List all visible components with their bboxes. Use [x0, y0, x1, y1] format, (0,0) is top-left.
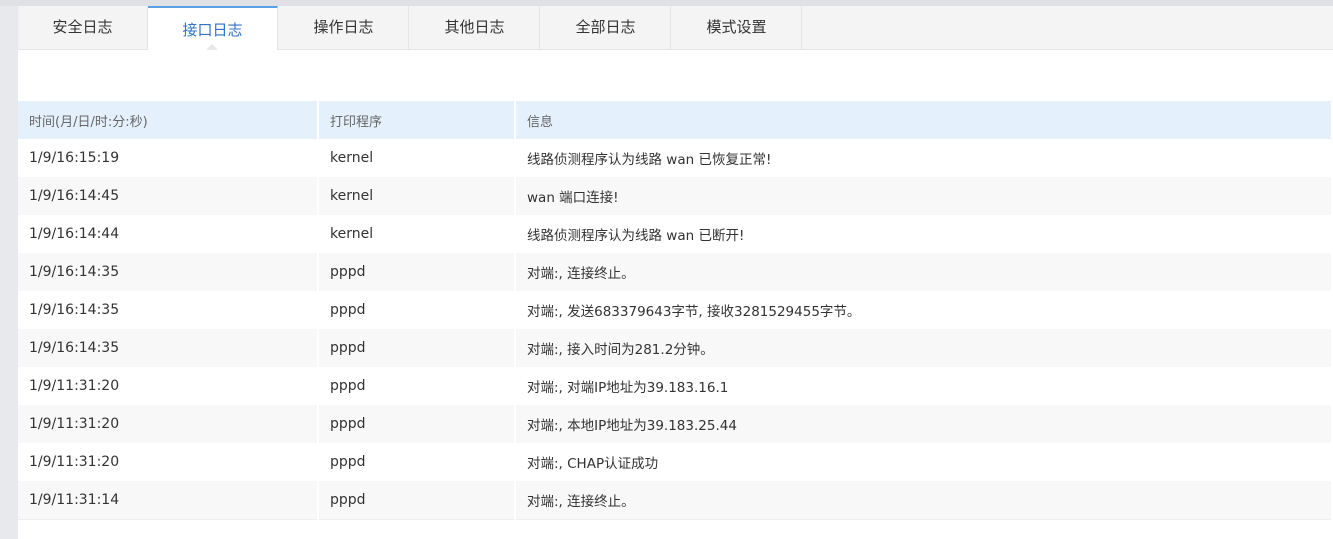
cell-message: 对端:, 对端IP地址为39.183.16.1 — [515, 367, 1333, 405]
cell-message: 对端:, 连接终止。 — [515, 253, 1333, 291]
tab-label: 安全日志 — [52, 18, 113, 36]
cell-program: kernel — [318, 177, 516, 215]
cell-program: pppd — [318, 367, 516, 405]
cell-program: pppd — [318, 443, 516, 481]
cell-time: 1/9/11:31:14 — [18, 481, 319, 520]
cell-program: kernel — [318, 215, 516, 253]
cell-time: 1/9/16:14:35 — [18, 291, 319, 329]
cell-time: 1/9/16:14:35 — [18, 329, 319, 367]
cell-message: 线路侦测程序认为线路 wan 已断开! — [515, 215, 1333, 253]
tab-label: 操作日志 — [313, 18, 374, 36]
cell-time: 1/9/16:14:45 — [18, 177, 319, 215]
active-tab-indicator-icon — [206, 44, 218, 50]
cell-program: kernel — [318, 139, 516, 177]
tab-all-log[interactable]: 全部日志 — [541, 6, 671, 49]
cell-message: 线路侦测程序认为线路 wan 已恢复正常! — [515, 139, 1333, 177]
column-header-time: 时间(月/日/时:分:秒) — [18, 101, 319, 139]
cell-message: 对端:, 本地IP地址为39.183.25.44 — [515, 405, 1333, 443]
cell-message: 对端:, CHAP认证成功 — [515, 443, 1333, 481]
tab-operation-log[interactable]: 操作日志 — [279, 6, 409, 49]
cell-program: pppd — [318, 291, 516, 329]
tab-label: 全部日志 — [575, 18, 636, 36]
log-tab-bar: 安全日志 接口日志 操作日志 其他日志 全部日志 模式设置 — [18, 6, 1333, 50]
tab-label: 其他日志 — [444, 18, 505, 36]
cell-time: 1/9/16:15:19 — [18, 139, 319, 177]
cell-program: pppd — [318, 253, 516, 291]
tab-mode-settings[interactable]: 模式设置 — [672, 6, 802, 49]
cell-program: pppd — [318, 405, 516, 443]
cell-program: pppd — [318, 481, 516, 520]
column-header-program: 打印程序 — [318, 101, 516, 139]
table-row: 1/9/11:31:20 pppd 对端:, CHAP认证成功 — [18, 443, 1333, 481]
cell-message: 对端:, 发送683379643字节, 接收3281529455字节。 — [515, 291, 1333, 329]
cell-time: 1/9/11:31:20 — [18, 367, 319, 405]
table-row: 1/9/16:14:35 pppd 对端:, 接入时间为281.2分钟。 — [18, 329, 1333, 367]
column-header-message: 信息 — [515, 101, 1333, 139]
cell-program: pppd — [318, 329, 516, 367]
table-row: 1/9/11:31:20 pppd 对端:, 本地IP地址为39.183.25.… — [18, 405, 1333, 443]
cell-time: 1/9/16:14:44 — [18, 215, 319, 253]
table-row: 1/9/11:31:14 pppd 对端:, 连接终止。 — [18, 481, 1333, 520]
tab-label: 模式设置 — [706, 18, 767, 36]
log-table: 时间(月/日/时:分:秒) 打印程序 信息 1/9/16:15:19 kerne… — [18, 101, 1333, 520]
cell-time: 1/9/11:31:20 — [18, 405, 319, 443]
table-row: 1/9/16:14:35 pppd 对端:, 连接终止。 — [18, 253, 1333, 291]
cell-time: 1/9/11:31:20 — [18, 443, 319, 481]
cell-message: wan 端口连接! — [515, 177, 1333, 215]
cell-time: 1/9/16:14:35 — [18, 253, 319, 291]
tab-other-log[interactable]: 其他日志 — [410, 6, 540, 49]
log-page: 安全日志 接口日志 操作日志 其他日志 全部日志 模式设置 时间(月/日/时:分… — [18, 6, 1333, 539]
table-row: 1/9/11:31:20 pppd 对端:, 对端IP地址为39.183.16.… — [18, 367, 1333, 405]
cell-message: 对端:, 连接终止。 — [515, 481, 1333, 520]
cell-message: 对端:, 接入时间为281.2分钟。 — [515, 329, 1333, 367]
tab-interface-log[interactable]: 接口日志 — [148, 6, 278, 50]
table-row: 1/9/16:14:44 kernel 线路侦测程序认为线路 wan 已断开! — [18, 215, 1333, 253]
tab-label: 接口日志 — [182, 21, 243, 39]
table-row: 1/9/16:15:19 kernel 线路侦测程序认为线路 wan 已恢复正常… — [18, 139, 1333, 177]
table-row: 1/9/16:14:35 pppd 对端:, 发送683379643字节, 接收… — [18, 291, 1333, 329]
tab-security-log[interactable]: 安全日志 — [18, 6, 148, 49]
table-row: 1/9/16:14:45 kernel wan 端口连接! — [18, 177, 1333, 215]
table-header-row: 时间(月/日/时:分:秒) 打印程序 信息 — [18, 101, 1333, 139]
